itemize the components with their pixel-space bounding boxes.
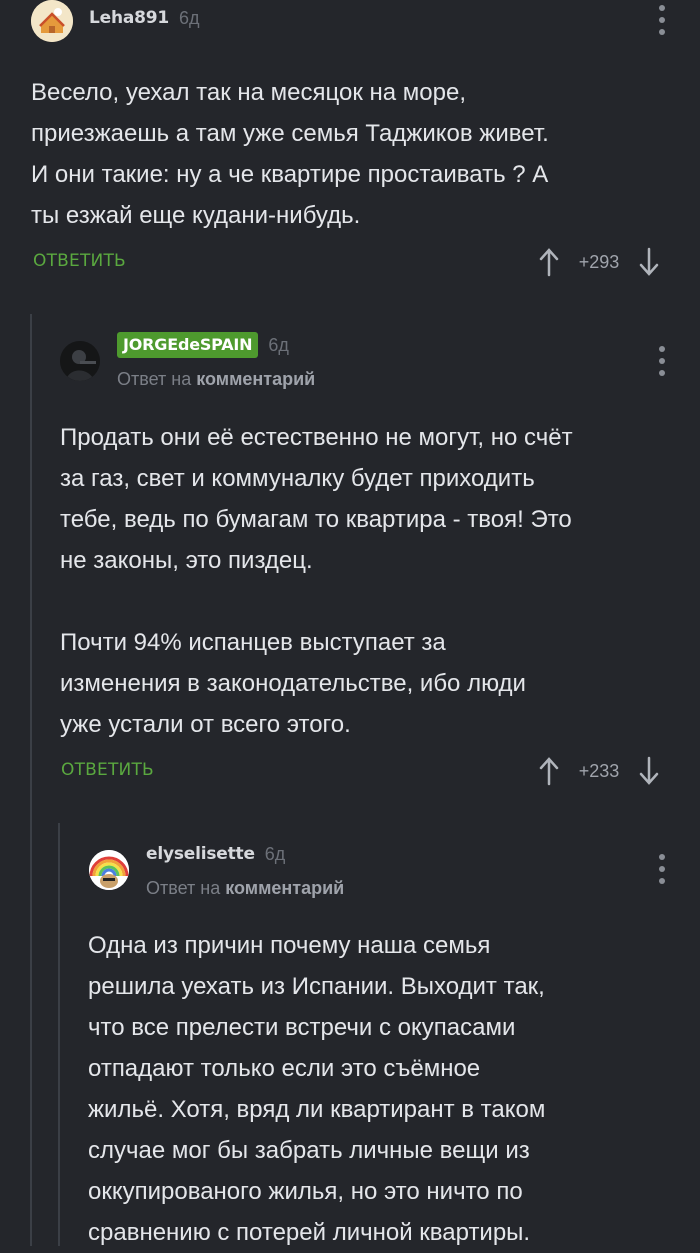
vote-count: +233 xyxy=(578,760,620,781)
reply-to-label[interactable]: Ответ на комментарий xyxy=(117,369,315,390)
comment-age: 6д xyxy=(179,7,200,28)
comment-text: Продать они её естественно не могут, но … xyxy=(60,424,573,738)
user-avatar[interactable] xyxy=(89,850,129,890)
soldier-avatar-icon xyxy=(60,341,100,381)
arrow-up-icon[interactable] xyxy=(538,756,560,786)
reply-to-label[interactable]: Ответ на комментарий xyxy=(146,878,344,899)
arrow-down-icon[interactable] xyxy=(638,247,660,277)
more-vertical-icon[interactable] xyxy=(650,3,674,37)
user-avatar[interactable] xyxy=(31,0,73,42)
reply-button[interactable]: ОТВЕТИТЬ xyxy=(61,760,154,780)
arrow-down-icon[interactable] xyxy=(638,756,660,786)
user-avatar[interactable] xyxy=(60,341,100,381)
vote-count: +293 xyxy=(578,251,620,272)
author-name[interactable]: JORGEdeSPAIN xyxy=(117,332,259,358)
author-name[interactable]: elyselisette xyxy=(146,844,255,864)
reply-to-prefix: Ответ на xyxy=(146,878,221,898)
arrow-up-icon[interactable] xyxy=(538,247,560,277)
reply-to-prefix: Ответ на xyxy=(117,369,192,389)
more-vertical-icon[interactable] xyxy=(650,344,674,378)
comment-text: Весело, уехал так на месяцок на море, пр… xyxy=(31,79,549,229)
comment-age: 6д xyxy=(268,334,289,355)
house-avatar-icon xyxy=(31,0,73,42)
author-name[interactable]: Leha891 xyxy=(89,8,169,28)
reply-to-link[interactable]: комментарий xyxy=(225,878,344,898)
comment-age: 6д xyxy=(264,843,286,864)
thread-line[interactable] xyxy=(58,823,60,1246)
thread-line[interactable] xyxy=(30,314,32,1246)
reply-to-link[interactable]: комментарий xyxy=(196,369,315,389)
reply-button[interactable]: ОТВЕТИТЬ xyxy=(33,251,126,271)
more-vertical-icon[interactable] xyxy=(650,852,674,886)
rainbow-cat-avatar-icon xyxy=(89,850,129,890)
comment-text: Одна из причин почему наша семья решила … xyxy=(88,932,546,1246)
